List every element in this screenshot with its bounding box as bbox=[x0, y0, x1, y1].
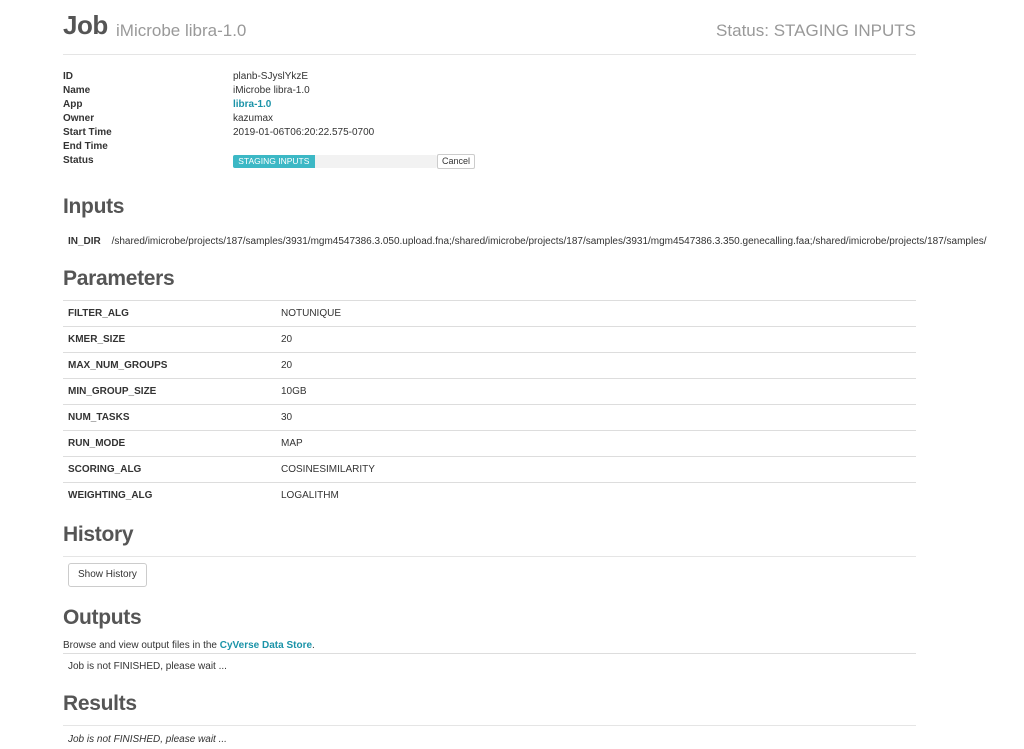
table-row: RUN_MODE MAP bbox=[63, 430, 916, 457]
table-row: NUM_TASKS 30 bbox=[63, 404, 916, 431]
cancel-button[interactable]: Cancel bbox=[437, 154, 476, 169]
info-label: Owner bbox=[63, 113, 95, 124]
status-progress-bar: STAGING INPUTS bbox=[233, 155, 437, 168]
info-label: End Time bbox=[63, 141, 108, 152]
param-value: 10GB bbox=[276, 378, 916, 405]
info-value-id: planb-SJyslYkzE bbox=[233, 71, 309, 82]
input-value: /shared/imicrobe/projects/187/samples/39… bbox=[111, 236, 987, 247]
param-value: 20 bbox=[276, 352, 916, 379]
results-wait-message: Job is not FINISHED, please wait ... bbox=[68, 734, 227, 745]
param-key: RUN_MODE bbox=[63, 430, 276, 457]
page-header: Job iMicrobe libra-1.0 Status: STAGING I… bbox=[63, 10, 916, 55]
input-key: IN_DIR bbox=[68, 236, 101, 247]
param-key: SCORING_ALG bbox=[63, 456, 276, 483]
param-value: COSINESIMILARITY bbox=[276, 456, 916, 483]
show-history-button[interactable]: Show History bbox=[68, 563, 147, 587]
input-row: IN_DIR /shared/imicrobe/projects/187/sam… bbox=[68, 236, 987, 247]
param-value: NOTUNIQUE bbox=[276, 300, 916, 327]
inputs-heading: Inputs bbox=[63, 195, 125, 218]
param-key: NUM_TASKS bbox=[63, 404, 276, 431]
divider bbox=[63, 653, 916, 654]
divider bbox=[63, 725, 916, 726]
outputs-desc-prefix: Browse and view output files in the bbox=[63, 640, 220, 651]
param-value: LOGALITHM bbox=[276, 482, 916, 508]
table-row: SCORING_ALG COSINESIMILARITY bbox=[63, 456, 916, 483]
param-value: 30 bbox=[276, 404, 916, 431]
divider bbox=[63, 556, 916, 557]
info-label: Name bbox=[63, 85, 91, 96]
info-value-name: iMicrobe libra-1.0 bbox=[233, 85, 310, 96]
param-value: 20 bbox=[276, 326, 916, 353]
cyverse-data-store-link[interactable]: CyVerse Data Store bbox=[220, 640, 312, 651]
status-progress-fill: STAGING INPUTS bbox=[233, 155, 315, 168]
page-subtitle: iMicrobe libra-1.0 bbox=[116, 21, 247, 40]
param-key: FILTER_ALG bbox=[63, 300, 276, 327]
app-link[interactable]: libra-1.0 bbox=[233, 98, 271, 112]
param-key: MIN_GROUP_SIZE bbox=[63, 378, 276, 405]
outputs-description: Browse and view output files in the CyVe… bbox=[63, 640, 315, 651]
table-row: KMER_SIZE 20 bbox=[63, 326, 916, 353]
param-key: WEIGHTING_ALG bbox=[63, 482, 276, 508]
page-title: Job bbox=[63, 10, 108, 40]
results-heading: Results bbox=[63, 692, 137, 715]
param-key: MAX_NUM_GROUPS bbox=[63, 352, 276, 379]
outputs-heading: Outputs bbox=[63, 606, 142, 629]
param-value: MAP bbox=[276, 430, 916, 457]
outputs-desc-suffix: . bbox=[312, 640, 315, 651]
table-row: WEIGHTING_ALG LOGALITHM bbox=[63, 482, 916, 508]
history-heading: History bbox=[63, 523, 134, 546]
parameters-heading: Parameters bbox=[63, 267, 175, 290]
table-row: FILTER_ALG NOTUNIQUE bbox=[63, 300, 916, 327]
table-row: MAX_NUM_GROUPS 20 bbox=[63, 352, 916, 379]
info-value-owner: kazumax bbox=[233, 113, 274, 124]
table-row: MIN_GROUP_SIZE 10GB bbox=[63, 378, 916, 405]
info-value-start-time: 2019-01-06T06:20:22.575-0700 bbox=[233, 127, 375, 138]
info-label: App bbox=[63, 99, 83, 110]
job-status-heading: Status: STAGING INPUTS bbox=[716, 21, 916, 40]
parameters-table: FILTER_ALG NOTUNIQUE KMER_SIZE 20 MAX_NUM_… bbox=[63, 300, 916, 508]
outputs-wait-message: Job is not FINISHED, please wait ... bbox=[68, 661, 227, 672]
info-label: ID bbox=[63, 71, 73, 82]
info-label: Start Time bbox=[63, 127, 112, 138]
info-label: Status bbox=[63, 155, 94, 166]
param-key: KMER_SIZE bbox=[63, 326, 276, 353]
